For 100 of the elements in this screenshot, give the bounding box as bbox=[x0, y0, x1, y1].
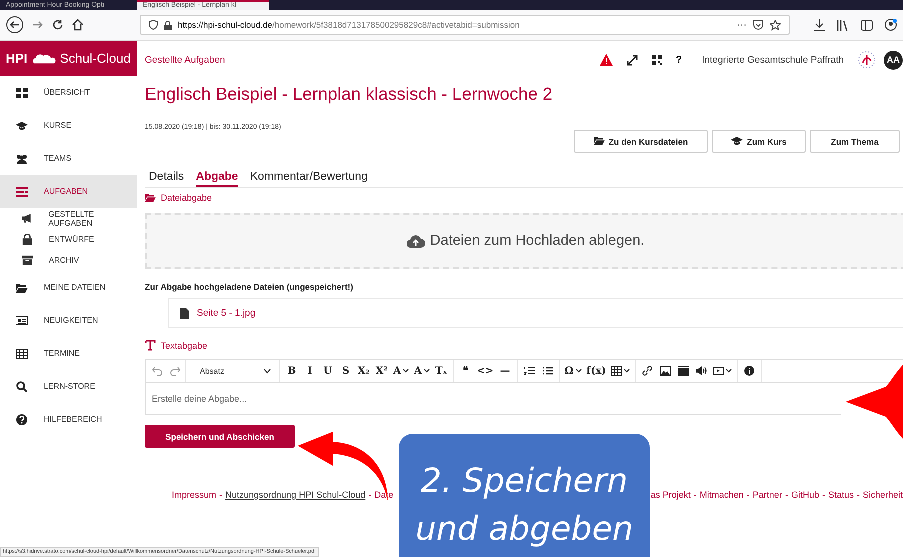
paragraph-format-dropdown[interactable]: Absatz bbox=[185, 360, 280, 382]
toolbar-format-button[interactable]: f(x) bbox=[584, 361, 608, 381]
toolbar-format-button[interactable]: ❝ bbox=[457, 361, 474, 381]
page-menu[interactable]: ··· bbox=[737, 20, 747, 30]
footer-link[interactable]: Impressum bbox=[172, 490, 217, 500]
footer-link[interactable]: Partner bbox=[752, 490, 782, 500]
fullscreen-icon[interactable] bbox=[627, 54, 638, 66]
answer-box[interactable]: Erstelle deine Abgabe... bbox=[145, 383, 841, 415]
sidebar-item[interactable]: LERN-STORE bbox=[0, 370, 137, 403]
toolbar-format-button[interactable]: S bbox=[337, 361, 354, 381]
file-icon bbox=[180, 308, 189, 318]
tab[interactable]: Details bbox=[149, 169, 184, 187]
toolbar-format-button[interactable]: X₂ bbox=[355, 361, 372, 381]
toolbar-format-button[interactable]: Tₓ bbox=[433, 361, 450, 381]
sidebar-subitem[interactable]: ENTWÜRFE bbox=[0, 229, 137, 250]
footer-separator: - bbox=[368, 490, 372, 500]
footer-separator: - bbox=[694, 490, 697, 500]
film-icon bbox=[678, 366, 690, 376]
lock-icon bbox=[164, 20, 172, 30]
url-text: https://hpi-schul-cloud.de/homework/5f3818d713178500295829c8#activetabid=submission bbox=[178, 20, 521, 30]
image-icon bbox=[660, 366, 672, 376]
sidebar-item[interactable]: NEUIGKEITEN bbox=[0, 304, 137, 337]
library-icon[interactable] bbox=[837, 20, 849, 30]
dropzone[interactable]: Dateien zum Hochladen ablegen. bbox=[145, 213, 903, 269]
sidebar-item[interactable]: AUFGABEN bbox=[0, 175, 137, 208]
search-icon bbox=[16, 380, 28, 392]
qr-code-icon[interactable] bbox=[652, 55, 662, 65]
forward-icon[interactable] bbox=[32, 19, 44, 31]
footer-link[interactable]: Status bbox=[828, 490, 854, 500]
sidebar-item[interactable]: TERMINE bbox=[0, 337, 137, 370]
undo-icon bbox=[152, 366, 163, 376]
text-icon bbox=[145, 340, 156, 351]
file-link[interactable]: Seite 5 - 1.jpg bbox=[197, 308, 256, 318]
logo-bar[interactable]: HPI Schul-Cloud bbox=[0, 41, 137, 76]
tab[interactable]: Abgabe bbox=[196, 169, 238, 187]
folder-icon bbox=[594, 137, 605, 146]
school-logo-icon bbox=[858, 51, 876, 69]
redo-icon bbox=[170, 366, 181, 376]
media-icon bbox=[713, 366, 724, 376]
back-icon[interactable] bbox=[6, 16, 24, 34]
graduation-cap-icon bbox=[16, 120, 28, 132]
sidebar-item[interactable]: HILFEBEREICH bbox=[0, 403, 137, 436]
link-icon bbox=[642, 366, 654, 376]
toolbar-format-button[interactable]: A bbox=[391, 361, 412, 381]
shield-icon bbox=[149, 20, 158, 30]
footer-link[interactable]: Nutzungsordnung HPI Schul-Cloud bbox=[226, 490, 366, 500]
footer-separator: - bbox=[220, 490, 223, 500]
logo-text: Schul-Cloud bbox=[60, 51, 131, 66]
toolbar-format-button[interactable]: A bbox=[412, 361, 432, 381]
breadcrumb-link[interactable]: Gestellte Aufgaben bbox=[145, 54, 226, 66]
table-icon bbox=[611, 366, 622, 376]
tab[interactable]: Kommentar/Bewertung bbox=[250, 169, 368, 187]
footer-link[interactable]: as Projekt bbox=[650, 490, 691, 500]
help-button[interactable]: ? bbox=[676, 54, 682, 66]
reload-icon[interactable] bbox=[52, 19, 64, 31]
cloud-upload-icon bbox=[407, 234, 426, 248]
info-icon bbox=[744, 366, 756, 376]
action-button[interactable]: Zum Kurs bbox=[712, 130, 806, 153]
callout-text: 2. Speichern bbox=[420, 460, 628, 502]
calendar-icon bbox=[16, 348, 28, 360]
toolbar-format-button[interactable]: U bbox=[319, 361, 336, 381]
sidebar-item[interactable]: KURSE bbox=[0, 109, 137, 142]
home-icon[interactable] bbox=[72, 19, 84, 31]
toolbar-format-button[interactable]: B bbox=[283, 361, 300, 381]
sidebar-icon[interactable] bbox=[861, 20, 873, 30]
lock-icon bbox=[22, 234, 33, 245]
download-icon[interactable] bbox=[814, 19, 825, 31]
help-icon bbox=[16, 414, 28, 426]
people-icon bbox=[16, 152, 28, 164]
footer-link[interactable]: Sicherheit bbox=[862, 490, 903, 500]
footer-separator: - bbox=[746, 490, 750, 500]
address-field[interactable]: https://hpi-schul-cloud.de/homework/5f3818d713178500295829c8#activetabid=submission ··· bbox=[140, 15, 790, 35]
account-icon[interactable] bbox=[885, 19, 897, 31]
list-icon bbox=[16, 186, 28, 198]
toolbar-format-button[interactable]: X² bbox=[373, 361, 390, 381]
archive-box-icon bbox=[22, 255, 33, 266]
footer-link[interactable]: GitHub bbox=[791, 490, 820, 500]
star-icon[interactable] bbox=[770, 20, 781, 30]
toolbar-format-button[interactable]: <> bbox=[475, 361, 496, 381]
speaker-icon bbox=[696, 366, 708, 376]
action-button[interactable]: Zu den Kursdateien bbox=[574, 130, 708, 153]
sidebar-item[interactable]: TEAMS bbox=[0, 142, 137, 175]
toolbar-format-button[interactable]: I bbox=[301, 361, 318, 381]
pocket-icon[interactable] bbox=[753, 20, 764, 30]
sidebar-item[interactable]: ÜBERSICHT bbox=[0, 76, 137, 109]
sidebar-subitem[interactable]: ARCHIV bbox=[0, 250, 137, 271]
footer-separator: - bbox=[785, 490, 788, 500]
page-title: Englisch Beispiel - Lernplan klassisch - Lernwoche 2 bbox=[145, 84, 554, 105]
sidebar-item[interactable]: MEINE DATEIEN bbox=[0, 271, 137, 304]
action-button[interactable]: Zum Thema bbox=[810, 130, 900, 153]
school-name[interactable]: Integrierte Gesamtschule Paffrath bbox=[702, 54, 844, 66]
footer-link[interactable]: Mitmachen bbox=[700, 490, 744, 500]
submit-button[interactable]: Speichern und Abschicken bbox=[145, 425, 295, 448]
sidebar-subitem[interactable]: GESTELLTE AUFGABEN bbox=[0, 208, 137, 229]
footer-separator: - bbox=[822, 490, 826, 500]
toolbar-format-button[interactable]: — bbox=[496, 361, 514, 381]
toolbar-format-button[interactable]: Ω bbox=[562, 361, 584, 381]
uploaded-files-heading: Zur Abgabe hochgeladene Dateien (ungespeichert!) bbox=[145, 282, 354, 292]
warning-icon[interactable] bbox=[600, 54, 614, 66]
avatar[interactable]: AA bbox=[884, 50, 903, 70]
